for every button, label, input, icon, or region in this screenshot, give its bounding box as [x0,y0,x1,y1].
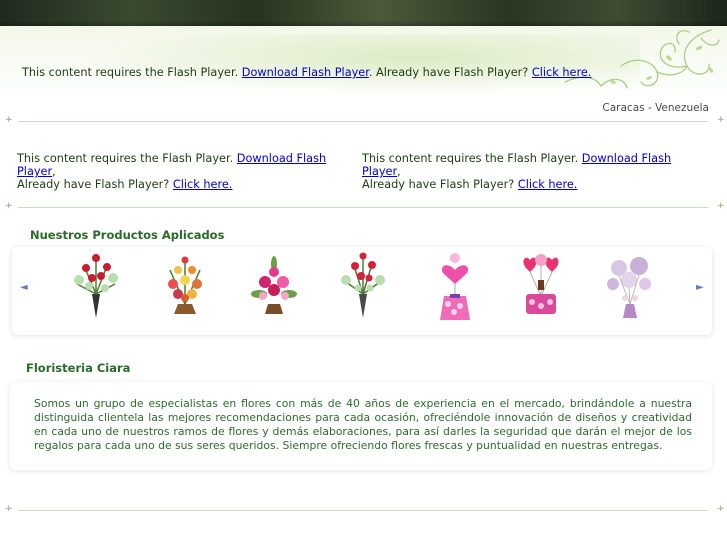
about-description: Somos un grupo de especialistas en flore… [34,397,692,452]
product-thumbnail[interactable] [601,250,659,322]
click-here-link[interactable]: Click here. [518,178,578,191]
balloon-arrangement-icon [607,257,651,318]
carousel-prev-arrow-icon[interactable]: ◄ [20,282,28,293]
flash-banner-left: This content requires the Flash Player. … [17,152,357,191]
divider-dot-icon: + [717,115,725,125]
divider [18,510,708,511]
flash-banner-right: This content requires the Flash Player. … [362,152,707,191]
divider-dot-icon: + [717,504,725,514]
balloon-bouquet-gift-icon [523,254,559,314]
pink-flower-arrangement-icon [251,256,297,314]
flash-notice-text: Already have Flash Player? [17,178,173,191]
roses-vase-icon [341,252,385,318]
flash-notice-text: . Already have Flash Player? [368,66,532,79]
red-roses-vase-icon [74,254,118,318]
page: This content requires the Flash Player. … [0,0,727,545]
flash-notice-text: This content requires the Flash Player. [17,152,237,165]
flash-notice-text: Already have Flash Player? [362,178,518,191]
header-decoration [80,34,640,94]
top-photo-strip [0,0,727,26]
location-label: Caracas - Venezuela [602,102,709,114]
product-thumbnail[interactable] [156,250,214,322]
floral-flourish-icon [564,29,720,89]
about-title: Floristeria Ciara [26,361,131,375]
product-thumbnail[interactable] [245,250,303,322]
flash-notice-text: This content requires the Flash Player. [362,152,582,165]
flash-notice-text: , [52,165,56,178]
carousel-next-arrow-icon[interactable]: ► [696,282,704,293]
product-thumbnail[interactable] [67,250,125,322]
divider-dot-icon: + [5,115,13,125]
flash-notice-text: , [397,165,401,178]
download-flash-link[interactable]: Download Flash Player [242,66,369,79]
divider-dot-icon: + [5,201,13,211]
product-thumbnail[interactable] [426,250,484,322]
header-flash-notice: This content requires the Flash Player. … [22,66,591,79]
divider [18,207,708,208]
product-thumbnail[interactable] [512,250,570,322]
product-thumbnail[interactable] [334,250,392,322]
products-title: Nuestros Productos Aplicados [30,228,225,242]
divider [18,121,708,122]
divider-dot-icon: + [717,201,725,211]
mixed-flower-arrangement-icon [168,256,202,314]
divider-dot-icon: + [5,504,13,514]
click-here-link[interactable]: Click here. [532,66,592,79]
flash-notice-text: This content requires the Flash Player. [22,66,242,79]
heart-balloon-gift-icon [440,253,470,320]
click-here-link[interactable]: Click here. [173,178,233,191]
